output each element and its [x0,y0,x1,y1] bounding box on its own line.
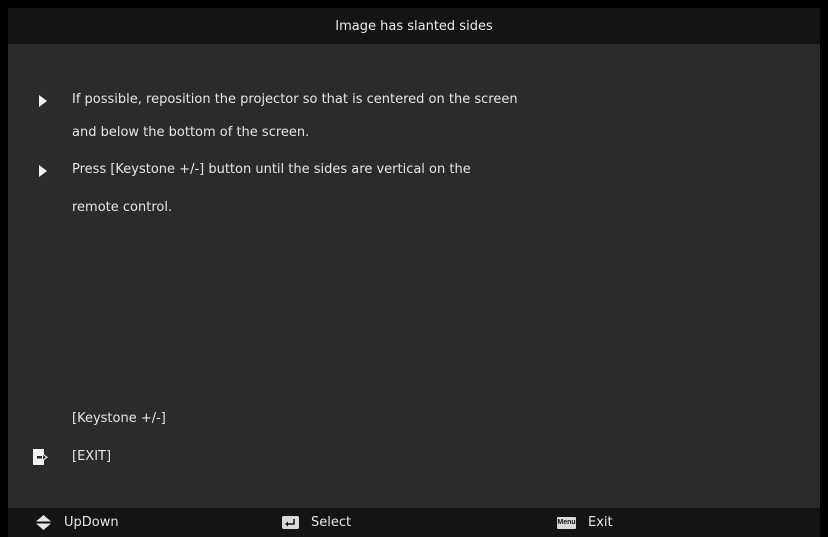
triangle-right-icon [39,165,47,177]
keystone-action[interactable]: [Keystone +/-] [8,409,820,429]
exit-label: [EXIT] [72,449,112,464]
exit-action[interactable]: [EXIT] [8,447,820,467]
footer-exit: Menu Exit [557,508,613,537]
osd-dialog: Image has slanted sides If possible, rep… [8,8,820,537]
exit-door-icon [33,449,48,465]
footer-select-label: Select [311,515,352,530]
tip-item-reposition: If possible, reposition the projector so… [8,90,820,110]
dialog-title-bar: Image has slanted sides [8,8,820,44]
menu-key-icon: Menu [557,516,576,529]
tip-item-keystone: Press [Keystone +/-] button until the si… [8,160,820,180]
footer-select: Select [282,508,351,537]
keystone-label: [Keystone +/-] [72,411,166,426]
tip-line: remote control. [72,200,173,215]
dialog-title: Image has slanted sides [335,18,493,34]
tip-line: Press [Keystone +/-] button until the si… [72,162,471,177]
tip-item-reposition-continued: and below the bottom of the screen. [8,123,820,143]
up-down-arrows-icon [36,515,51,530]
footer-key-guide: UpDown Select Menu Exit [8,508,820,537]
footer-exit-label: Exit [588,515,613,530]
footer-updown: UpDown [35,508,119,537]
tip-line: If possible, reposition the projector so… [72,92,518,107]
tip-line: and below the bottom of the screen. [72,125,310,140]
footer-updown-label: UpDown [64,515,119,530]
enter-key-icon [282,516,299,529]
tip-item-keystone-continued: remote control. [8,198,820,218]
triangle-right-icon [39,95,47,107]
